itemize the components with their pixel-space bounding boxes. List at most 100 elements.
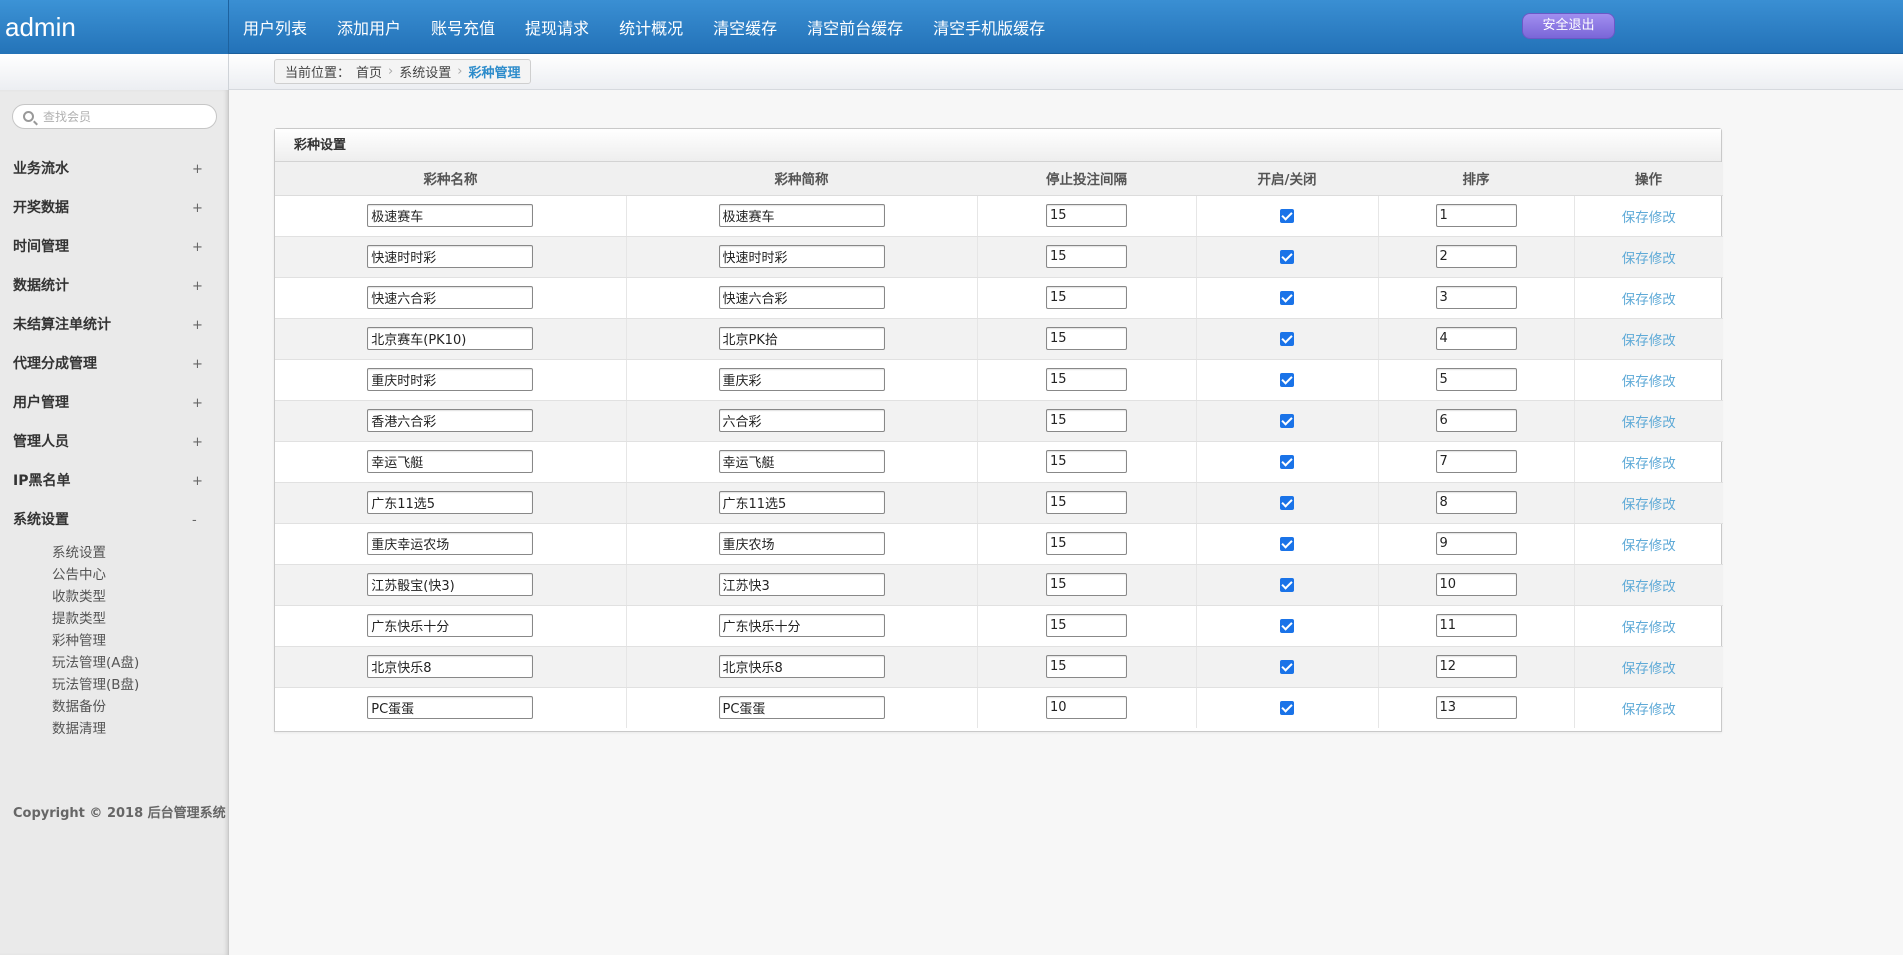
save-changes-link[interactable]: 保存修改 xyxy=(1622,210,1676,226)
stop-interval-input[interactable] xyxy=(1046,327,1127,350)
save-changes-link[interactable]: 保存修改 xyxy=(1622,497,1676,513)
enabled-checkbox[interactable] xyxy=(1280,208,1294,223)
lottery-name-input[interactable] xyxy=(367,368,534,391)
lottery-name-input[interactable] xyxy=(367,614,534,637)
stop-interval-input[interactable] xyxy=(1046,450,1127,473)
enabled-checkbox[interactable] xyxy=(1280,413,1294,428)
stop-interval-input[interactable] xyxy=(1046,368,1127,391)
enabled-checkbox[interactable] xyxy=(1280,659,1294,674)
sidebar-item-unsettled-bets[interactable]: 未结算注单统计 + xyxy=(0,306,228,345)
sidebar-item-agent-commission[interactable]: 代理分成管理 + xyxy=(0,345,228,384)
sort-order-input[interactable] xyxy=(1435,368,1517,391)
sidebar-item-time-management[interactable]: 时间管理 + xyxy=(0,228,228,267)
lottery-short-name-input[interactable] xyxy=(718,614,885,637)
save-changes-link[interactable]: 保存修改 xyxy=(1622,415,1676,431)
sort-order-input[interactable] xyxy=(1435,573,1517,596)
nav-add-user[interactable]: 添加用户 xyxy=(337,15,401,39)
nav-clear-mobile-cache[interactable]: 清空手机版缓存 xyxy=(933,15,1045,39)
lottery-name-input[interactable] xyxy=(367,573,534,596)
enabled-checkbox[interactable] xyxy=(1280,454,1294,469)
stop-interval-input[interactable] xyxy=(1046,655,1127,678)
sidebar-item-lottery-results[interactable]: 开奖数据 + xyxy=(0,189,228,228)
enabled-checkbox[interactable] xyxy=(1280,495,1294,510)
save-changes-link[interactable]: 保存修改 xyxy=(1622,538,1676,554)
sort-order-input[interactable] xyxy=(1435,327,1517,350)
lottery-name-input[interactable] xyxy=(367,409,534,432)
submenu-item-lottery-management[interactable]: 彩种管理 xyxy=(52,630,228,652)
save-changes-link[interactable]: 保存修改 xyxy=(1622,702,1676,718)
save-changes-link[interactable]: 保存修改 xyxy=(1622,374,1676,390)
stop-interval-input[interactable] xyxy=(1046,614,1127,637)
submenu-item-announcements[interactable]: 公告中心 xyxy=(52,564,228,586)
lottery-name-input[interactable] xyxy=(367,450,534,473)
stop-interval-input[interactable] xyxy=(1046,286,1127,309)
sort-order-input[interactable] xyxy=(1435,450,1517,473)
stop-interval-input[interactable] xyxy=(1046,532,1127,555)
lottery-name-input[interactable] xyxy=(367,655,534,678)
sort-order-input[interactable] xyxy=(1435,655,1517,678)
stop-interval-input[interactable] xyxy=(1046,696,1127,720)
lottery-short-name-input[interactable] xyxy=(718,655,885,678)
sort-order-input[interactable] xyxy=(1435,245,1517,268)
save-changes-link[interactable]: 保存修改 xyxy=(1622,251,1676,267)
nav-clear-cache[interactable]: 清空缓存 xyxy=(713,15,777,39)
search-input[interactable] xyxy=(43,107,208,126)
sidebar-item-business-flow[interactable]: 业务流水 + xyxy=(0,150,228,189)
lottery-short-name-input[interactable] xyxy=(718,204,885,227)
lottery-name-input[interactable] xyxy=(367,286,534,309)
nav-clear-frontend-cache[interactable]: 清空前台缓存 xyxy=(807,15,903,39)
enabled-checkbox[interactable] xyxy=(1280,372,1294,387)
enabled-checkbox[interactable] xyxy=(1280,577,1294,592)
stop-interval-input[interactable] xyxy=(1046,204,1127,227)
enabled-checkbox[interactable] xyxy=(1280,249,1294,264)
stop-interval-input[interactable] xyxy=(1046,245,1127,268)
nav-account-recharge[interactable]: 账号充值 xyxy=(431,15,495,39)
stop-interval-input[interactable] xyxy=(1046,573,1127,596)
enabled-checkbox[interactable] xyxy=(1280,700,1294,715)
save-changes-link[interactable]: 保存修改 xyxy=(1622,333,1676,349)
nav-withdraw-requests[interactable]: 提现请求 xyxy=(525,15,589,39)
lottery-name-input[interactable] xyxy=(367,327,534,350)
sidebar-item-data-statistics[interactable]: 数据统计 + xyxy=(0,267,228,306)
enabled-checkbox[interactable] xyxy=(1280,331,1294,346)
stop-interval-input[interactable] xyxy=(1046,409,1127,432)
lottery-name-input[interactable] xyxy=(367,532,534,555)
save-changes-link[interactable]: 保存修改 xyxy=(1622,579,1676,595)
sort-order-input[interactable] xyxy=(1435,614,1517,637)
lottery-short-name-input[interactable] xyxy=(718,696,885,720)
enabled-checkbox[interactable] xyxy=(1280,536,1294,551)
stop-interval-input[interactable] xyxy=(1046,491,1127,514)
save-changes-link[interactable]: 保存修改 xyxy=(1622,620,1676,636)
sort-order-input[interactable] xyxy=(1435,532,1517,555)
submenu-item-system-settings[interactable]: 系统设置 xyxy=(52,542,228,564)
sort-order-input[interactable] xyxy=(1435,204,1517,227)
lottery-name-input[interactable] xyxy=(367,204,534,227)
submenu-item-payment-types[interactable]: 收款类型 xyxy=(52,586,228,608)
lottery-short-name-input[interactable] xyxy=(718,573,885,596)
nav-user-list[interactable]: 用户列表 xyxy=(243,15,307,39)
logout-button[interactable]: 安全退出 xyxy=(1522,13,1615,39)
submenu-item-play-rules-a[interactable]: 玩法管理(A盘) xyxy=(52,652,228,674)
lottery-short-name-input[interactable] xyxy=(718,286,885,309)
lottery-name-input[interactable] xyxy=(367,245,534,268)
lottery-name-input[interactable] xyxy=(367,491,534,514)
lottery-short-name-input[interactable] xyxy=(718,491,885,514)
save-changes-link[interactable]: 保存修改 xyxy=(1622,456,1676,472)
enabled-checkbox[interactable] xyxy=(1280,618,1294,633)
lottery-name-input[interactable] xyxy=(367,696,534,720)
nav-statistics-overview[interactable]: 统计概况 xyxy=(619,15,683,39)
sort-order-input[interactable] xyxy=(1435,696,1517,720)
breadcrumb-system-settings[interactable]: 系统设置 xyxy=(399,62,451,81)
enabled-checkbox[interactable] xyxy=(1280,290,1294,305)
save-changes-link[interactable]: 保存修改 xyxy=(1622,661,1676,677)
lottery-short-name-input[interactable] xyxy=(718,409,885,432)
sidebar-item-system-settings[interactable]: 系统设置 - xyxy=(0,501,228,540)
breadcrumb-home[interactable]: 首页 xyxy=(356,62,382,81)
sort-order-input[interactable] xyxy=(1435,286,1517,309)
submenu-item-data-backup[interactable]: 数据备份 xyxy=(52,696,228,718)
lottery-short-name-input[interactable] xyxy=(718,368,885,391)
save-changes-link[interactable]: 保存修改 xyxy=(1622,292,1676,308)
lottery-short-name-input[interactable] xyxy=(718,327,885,350)
submenu-item-withdraw-types[interactable]: 提款类型 xyxy=(52,608,228,630)
lottery-short-name-input[interactable] xyxy=(718,532,885,555)
